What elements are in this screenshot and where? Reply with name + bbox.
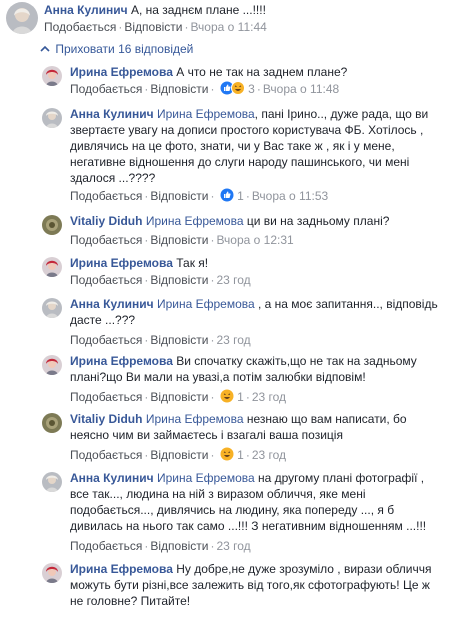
reply-text: А что не так на заднем плане? xyxy=(176,65,348,79)
reply-author[interactable]: Анна Кулинич xyxy=(70,471,154,485)
reply-link[interactable]: Відповісти xyxy=(150,233,208,247)
reply-link[interactable]: Відповісти xyxy=(150,82,208,96)
reply-author[interactable]: Анна Кулинич xyxy=(70,297,154,311)
avatar[interactable] xyxy=(42,563,62,583)
like-icon[interactable] xyxy=(220,188,234,206)
like-link[interactable]: Подобається xyxy=(70,189,142,203)
haha-icon[interactable] xyxy=(220,389,234,407)
reply-link[interactable]: Відповісти xyxy=(150,448,208,462)
comment-author[interactable]: Анна Кулинич xyxy=(44,3,128,17)
avatar[interactable] xyxy=(42,66,62,86)
reply-text: ци ви на задньому плані? xyxy=(246,214,390,228)
reply-author[interactable]: Ирина Ефремова xyxy=(70,256,173,270)
reply-link[interactable]: Відповісти xyxy=(150,333,208,347)
like-link[interactable]: Подобається xyxy=(70,448,142,462)
reply-author[interactable]: Vitaliy Diduh xyxy=(70,214,142,228)
avatar[interactable] xyxy=(42,413,62,433)
reaction-count[interactable]: 1 xyxy=(237,390,244,404)
avatar[interactable] xyxy=(42,257,62,277)
timestamp[interactable]: 23 год xyxy=(252,448,286,462)
reply-author[interactable]: Vitaliy Diduh xyxy=(70,412,142,426)
reply-link[interactable]: Відповісти xyxy=(150,390,208,404)
timestamp[interactable]: 23 год xyxy=(216,333,250,347)
hide-replies-toggle[interactable]: Приховати 16 відповідей xyxy=(40,42,193,56)
reply-link[interactable]: Відповісти xyxy=(150,273,208,287)
mention-link[interactable]: Ирина Ефремова xyxy=(157,297,255,311)
avatar[interactable] xyxy=(42,355,62,375)
timestamp[interactable]: 23 год xyxy=(216,273,250,287)
avatar[interactable] xyxy=(42,108,62,128)
reaction-count[interactable]: 1 xyxy=(237,448,244,462)
timestamp[interactable]: Вчора о 11:53 xyxy=(252,189,328,203)
reply-link[interactable]: Відповісти xyxy=(150,539,208,553)
timestamp[interactable]: Вчора о 11:44 xyxy=(190,20,266,34)
reaction-count[interactable]: 1 xyxy=(237,189,244,203)
like-link[interactable]: Подобається xyxy=(70,233,142,247)
like-link[interactable]: Подобається xyxy=(70,273,142,287)
avatar[interactable] xyxy=(42,215,62,235)
reply-author[interactable]: Ирина Ефремова xyxy=(70,354,173,368)
like-link[interactable]: Подобається xyxy=(70,82,142,96)
comment-text: А, на заднєм плане ...!!!! xyxy=(130,3,266,17)
timestamp[interactable]: Вчора о 12:31 xyxy=(216,233,293,247)
reaction-count[interactable]: 3 xyxy=(248,82,255,96)
like-link[interactable]: Подобається xyxy=(70,390,142,404)
timestamp[interactable]: 23 год xyxy=(216,539,250,553)
reply-author[interactable]: Ирина Ефремова xyxy=(70,65,173,79)
reply-author[interactable]: Ирина Ефремова xyxy=(70,562,173,576)
like-link[interactable]: Подобається xyxy=(70,539,142,553)
mention-link[interactable]: Ирина Ефремова xyxy=(146,412,244,426)
like-link[interactable]: Подобається xyxy=(44,20,116,34)
mention-link[interactable]: Ирина Ефремова xyxy=(146,214,244,228)
hide-replies-label: Приховати 16 відповідей xyxy=(55,42,194,56)
timestamp[interactable]: 23 год xyxy=(252,390,286,404)
reply-link[interactable]: Відповісти xyxy=(124,20,182,34)
mention-link[interactable]: Ирина Ефремова xyxy=(157,471,255,485)
timestamp[interactable]: Вчора о 11:48 xyxy=(263,82,339,96)
reply-text: Так я! xyxy=(176,256,209,270)
mention-link[interactable]: Ирина Ефремова xyxy=(157,107,255,121)
avatar[interactable] xyxy=(6,2,38,34)
avatar[interactable] xyxy=(42,298,62,318)
like-link[interactable]: Подобається xyxy=(70,333,142,347)
avatar[interactable] xyxy=(42,472,62,492)
reply-author[interactable]: Анна Кулинич xyxy=(70,107,154,121)
haha-icon[interactable] xyxy=(230,81,245,99)
chevron-up-icon xyxy=(40,42,52,56)
reply-link[interactable]: Відповісти xyxy=(150,189,208,203)
haha-icon[interactable] xyxy=(220,447,234,465)
